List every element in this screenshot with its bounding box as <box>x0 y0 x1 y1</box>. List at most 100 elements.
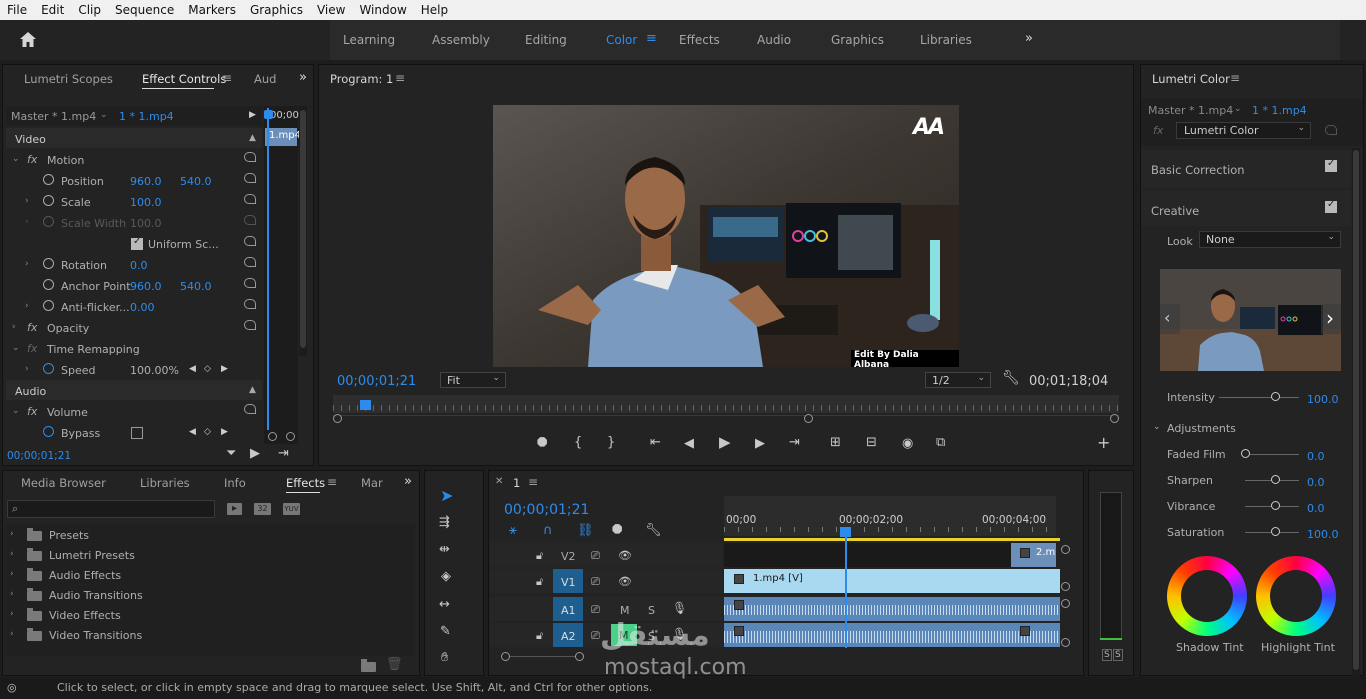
lift-icon[interactable]: ⊞ <box>830 436 841 449</box>
add-marker-icon[interactable]: ⯃ <box>612 524 622 537</box>
vibrance-value[interactable]: 0.0 <box>1307 502 1325 515</box>
lumetri-master-label[interactable]: Master * 1.mp4 <box>1148 104 1233 117</box>
play-triangle-icon[interactable]: ▶ <box>249 110 256 120</box>
mute-button[interactable]: M <box>620 604 630 617</box>
nest-sequence-icon[interactable]: ⚹ <box>509 524 517 537</box>
stopwatch-icon[interactable] <box>43 300 54 311</box>
workspace-libraries[interactable]: Libraries <box>920 33 972 47</box>
program-scrubber[interactable] <box>333 395 1119 413</box>
wrench-icon[interactable]: 🔧︎ <box>645 524 662 537</box>
clip-v2[interactable]: 2.m <box>1011 543 1056 567</box>
compare-view-icon[interactable]: ⧉ <box>936 436 945 449</box>
slip-tool-icon[interactable]: ↔ <box>439 598 450 611</box>
uniform-scale-checkbox[interactable] <box>131 236 143 250</box>
eye-icon[interactable]: 👁︎ <box>618 549 632 562</box>
workspace-assembly[interactable]: Assembly <box>432 33 490 47</box>
export-frame-icon[interactable]: ◉ <box>902 437 913 450</box>
overflow-icon[interactable]: » <box>299 70 307 85</box>
clip-a2[interactable] <box>724 623 1060 647</box>
reset-icon[interactable] <box>244 194 256 204</box>
scroll-handle[interactable] <box>1061 582 1070 591</box>
export-icon[interactable]: ⇥ <box>278 447 289 460</box>
vibrance-slider-knob[interactable] <box>1271 501 1280 510</box>
zoom-handle-right[interactable] <box>286 432 295 441</box>
mark-out-icon[interactable]: } <box>607 436 615 449</box>
menu-view[interactable]: View <box>310 3 352 17</box>
lumetri-title[interactable]: Lumetri Color <box>1152 72 1230 86</box>
track-v2[interactable] <box>724 543 1056 567</box>
scroll-handle[interactable] <box>1061 599 1070 608</box>
lumetri-effect-dropdown[interactable]: Lumetri Color ⌄ <box>1176 122 1311 139</box>
panel-menu-icon[interactable]: ≡ <box>528 475 538 489</box>
add-keyframe-icon[interactable]: ◇ <box>204 364 211 374</box>
clip-v1[interactable]: 1.mp4 [V] <box>724 569 1060 593</box>
wrench-icon[interactable]: 🔧︎ <box>1002 371 1020 385</box>
scale-value[interactable]: 100.0 <box>130 196 162 209</box>
collapse-triangle-icon[interactable]: ▲ <box>249 133 256 143</box>
track-select-tool-icon[interactable]: ⇶ <box>439 516 450 529</box>
volume-expand-icon[interactable]: ⌄ <box>12 406 20 416</box>
sync-lock-icon[interactable]: ⎚ <box>591 575 600 588</box>
tab-effect-controls[interactable]: Effect Controls <box>142 72 226 86</box>
master-clip-label[interactable]: Master * 1.mp4 <box>11 110 96 123</box>
next-keyframe-icon[interactable]: ▶ <box>221 427 228 437</box>
prev-keyframe-icon[interactable]: ◀ <box>189 364 196 374</box>
mini-timeline-clip[interactable]: 1.mp4 <box>265 128 301 146</box>
filter-icon[interactable]: ⏷ <box>226 447 236 460</box>
pen-tool-icon[interactable]: ✎ <box>440 625 451 638</box>
panel-menu-icon[interactable]: ≡ <box>1230 71 1240 85</box>
tab-markers[interactable]: Mar <box>361 476 383 490</box>
go-to-out-icon[interactable]: ⇥ <box>789 436 800 449</box>
intensity-slider-knob[interactable] <box>1271 392 1280 401</box>
mini-playhead[interactable] <box>267 108 269 430</box>
scrollbar-thumb[interactable] <box>1353 150 1359 670</box>
play-only-audio-icon[interactable]: ▶ <box>250 447 260 460</box>
timeline-zoom-bar[interactable] <box>505 656 581 657</box>
snap-icon[interactable]: ∩ <box>543 524 553 537</box>
look-preview-thumbnail[interactable]: ‹ › <box>1160 269 1341 371</box>
ripple-edit-tool-icon[interactable]: ⇹ <box>439 543 450 556</box>
tab-libraries[interactable]: Libraries <box>140 476 190 490</box>
tab-media-browser[interactable]: Media Browser <box>21 476 106 490</box>
add-button-icon[interactable]: + <box>1097 435 1110 451</box>
zoom-handle-left[interactable] <box>268 432 277 441</box>
program-playhead[interactable] <box>360 400 371 410</box>
track-label-v2[interactable]: V2 <box>561 550 576 563</box>
program-timecode[interactable]: 00;00;01;21 <box>337 374 416 389</box>
tab-info[interactable]: Info <box>224 476 246 490</box>
faded-film-slider-knob[interactable] <box>1241 449 1250 458</box>
bypass-checkbox[interactable] <box>131 427 143 439</box>
mini-timeline[interactable] <box>264 106 298 444</box>
zoom-handle-left[interactable] <box>501 652 510 661</box>
scale-width-expand-icon[interactable]: › <box>25 217 29 227</box>
solo-button[interactable]: S <box>648 604 655 617</box>
eye-icon[interactable]: 👁︎ <box>618 575 632 588</box>
hand-tool-icon[interactable]: ✋︎ <box>441 651 448 664</box>
next-look-button[interactable]: › <box>1321 304 1341 334</box>
shadow-tint-wheel[interactable] <box>1167 556 1247 636</box>
motion-expand-icon[interactable]: ⌄ <box>12 154 20 164</box>
faded-film-value[interactable]: 0.0 <box>1307 450 1325 463</box>
lumetri-clip-label[interactable]: 1 * 1.mp4 <box>1252 104 1307 117</box>
anchor-y-value[interactable]: 540.0 <box>180 280 212 293</box>
menu-sequence[interactable]: Sequence <box>108 3 181 17</box>
track-label-a2[interactable]: A2 <box>561 630 576 643</box>
position-x-value[interactable]: 960.0 <box>130 175 162 188</box>
fit-dropdown[interactable]: Fit ⌄ <box>440 372 506 388</box>
speed-value[interactable]: 100.00% <box>130 364 179 377</box>
stopwatch-icon[interactable] <box>43 279 54 290</box>
rotation-expand-icon[interactable]: › <box>25 259 29 269</box>
saturation-value[interactable]: 100.0 <box>1307 528 1339 541</box>
next-keyframe-icon[interactable]: ▶ <box>221 364 228 374</box>
anchor-x-value[interactable]: 960.0 <box>130 280 162 293</box>
add-keyframe-icon[interactable]: ◇ <box>204 427 211 437</box>
position-y-value[interactable]: 540.0 <box>180 175 212 188</box>
creative-checkbox[interactable] <box>1325 199 1337 213</box>
basic-correction-checkbox[interactable] <box>1325 158 1337 172</box>
speed-expand-icon[interactable]: › <box>25 364 29 374</box>
scrollbar-thumb[interactable] <box>300 110 306 348</box>
menu-clip[interactable]: Clip <box>71 3 108 17</box>
scale-expand-icon[interactable]: › <box>25 196 29 206</box>
workspace-audio[interactable]: Audio <box>757 33 791 47</box>
new-bin-icon[interactable] <box>361 659 376 672</box>
